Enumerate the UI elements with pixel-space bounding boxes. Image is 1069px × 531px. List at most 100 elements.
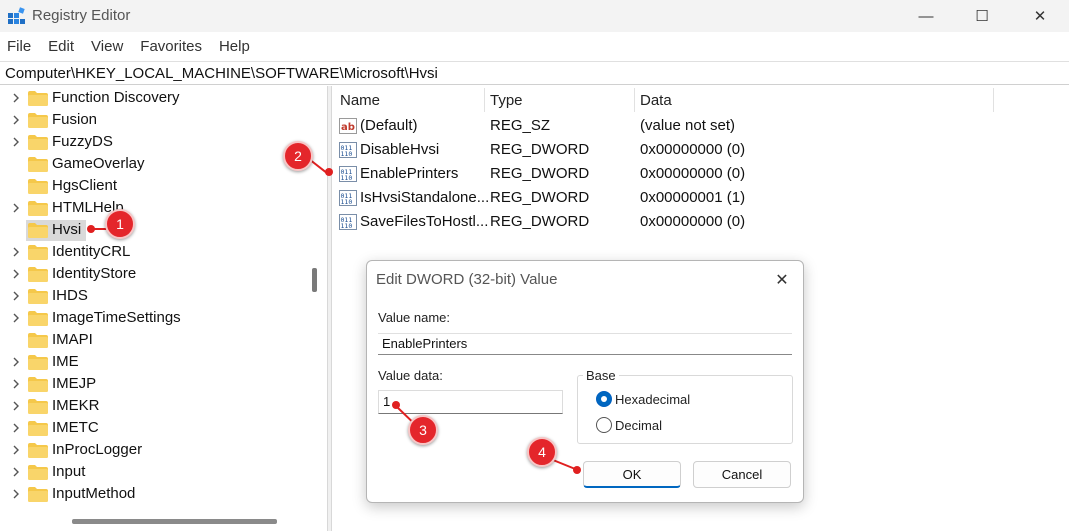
chevron-right-icon[interactable]	[11, 290, 21, 302]
cancel-button[interactable]: Cancel	[693, 461, 791, 488]
key-tree[interactable]: Function Discovery Fusion FuzzyDS GameOverl…	[0, 86, 327, 531]
tree-item-label: HgsClient	[52, 177, 118, 194]
window-title: Registry Editor	[32, 7, 131, 24]
value-row[interactable]: 011 110 SaveFilesToHostl... REG_DWORD 0x0000…	[332, 210, 1069, 234]
tree-item[interactable]: HgsClient	[0, 175, 305, 197]
tree-item-label: ImageTimeSettings	[52, 309, 181, 326]
folder-icon	[28, 333, 48, 348]
folder-icon	[28, 135, 48, 150]
value-row[interactable]: 011 110 IsHvsiStandalone... REG_DWORD 0x0000…	[332, 186, 1069, 210]
chevron-right-icon[interactable]	[11, 488, 21, 500]
chevron-right-icon[interactable]	[11, 92, 21, 104]
tree-item-label: IMEJP	[52, 375, 97, 392]
chevron-right-icon[interactable]	[11, 136, 21, 148]
minimize-button[interactable]: —	[898, 0, 954, 32]
chevron-right-icon[interactable]	[11, 378, 21, 390]
tree-item[interactable]: IMEKR	[0, 395, 305, 417]
value-data-input[interactable]: 1	[378, 390, 563, 414]
tree-item[interactable]: Function Discovery	[0, 87, 305, 109]
tree-item-label: IMETC	[52, 419, 99, 436]
value-name: DisableHvsi	[360, 141, 440, 158]
chevron-right-icon[interactable]	[11, 444, 21, 456]
dword-value-icon: 011110	[339, 142, 357, 158]
dialog-close-button[interactable]: ✕	[769, 267, 795, 293]
tree-horizontal-scroll-thumb[interactable]	[72, 519, 277, 524]
menu-help[interactable]: Help	[219, 38, 250, 55]
tree-item[interactable]: Hvsi	[0, 219, 305, 241]
tree-item[interactable]: IHDS	[0, 285, 305, 307]
hexadecimal-label[interactable]: Hexadecimal	[615, 392, 690, 407]
column-header-type[interactable]: Type	[490, 86, 523, 114]
tree-item[interactable]: ImageTimeSettings	[0, 307, 305, 329]
tree-item-label: Fusion	[52, 111, 98, 128]
tree-vertical-scroll-thumb[interactable]	[312, 268, 317, 292]
svg-text:110: 110	[341, 222, 353, 230]
tree-item[interactable]: IMEJP	[0, 373, 305, 395]
value-row[interactable]: 011 110 DisableHvsi REG_DWORD 0x00000000 (0)	[332, 138, 1069, 162]
menu-edit[interactable]: Edit	[48, 38, 74, 55]
decimal-label[interactable]: Decimal	[615, 418, 662, 433]
tree-item[interactable]: InProcLogger	[0, 439, 305, 461]
folder-icon	[28, 245, 48, 260]
folder-icon	[28, 91, 48, 106]
tree-item[interactable]: IdentityCRL	[0, 241, 305, 263]
folder-icon	[28, 157, 48, 172]
registry-editor-icon	[8, 7, 25, 24]
chevron-right-icon[interactable]	[11, 246, 21, 258]
chevron-right-icon[interactable]	[11, 356, 21, 368]
tree-item-label: IdentityCRL	[52, 243, 131, 260]
value-row[interactable]: ab (Default) REG_SZ (value not set)	[332, 114, 1069, 138]
value-type: REG_DWORD	[490, 213, 590, 230]
close-icon: ✕	[775, 272, 789, 289]
callout-2-dot	[325, 168, 333, 176]
folder-icon	[28, 113, 48, 128]
tree-item[interactable]: InputMethod	[0, 483, 305, 505]
menu-favorites[interactable]: Favorites	[140, 38, 202, 55]
column-header-name[interactable]: Name	[340, 86, 380, 114]
tree-item[interactable]: IME	[0, 351, 305, 373]
tree-item[interactable]: GameOverlay	[0, 153, 305, 175]
chevron-right-icon[interactable]	[11, 268, 21, 280]
svg-text:110: 110	[341, 198, 353, 206]
decimal-radio[interactable]	[596, 417, 612, 433]
tree-item[interactable]: IMETC	[0, 417, 305, 439]
chevron-right-icon[interactable]	[11, 312, 21, 324]
menu-file[interactable]: File	[7, 38, 31, 55]
folder-icon	[28, 267, 48, 282]
tree-item-label: IHDS	[52, 287, 88, 304]
tree-item[interactable]: FuzzyDS	[0, 131, 305, 153]
chevron-right-icon[interactable]	[11, 202, 21, 214]
value-type: REG_DWORD	[490, 189, 590, 206]
svg-text:110: 110	[341, 174, 353, 182]
chevron-right-icon[interactable]	[11, 466, 21, 478]
tree-item[interactable]: IdentityStore	[0, 263, 305, 285]
chevron-right-icon[interactable]	[11, 114, 21, 126]
tree-item-label: InProcLogger	[52, 441, 143, 458]
tree-item[interactable]: HTMLHelp	[0, 197, 305, 219]
chevron-right-icon[interactable]	[11, 422, 21, 434]
maximize-button[interactable]: ☐	[954, 0, 1010, 32]
value-row[interactable]: 011 110 EnablePrinters REG_DWORD 0x00000000 …	[332, 162, 1069, 186]
column-divider[interactable]	[634, 88, 635, 112]
tree-item-label: Hvsi	[52, 221, 82, 238]
tree-item[interactable]: Fusion	[0, 109, 305, 131]
column-divider[interactable]	[484, 88, 485, 112]
ok-button[interactable]: OK	[583, 461, 681, 488]
close-button[interactable]: ✕	[1012, 0, 1068, 32]
address-path[interactable]: Computer\HKEY_LOCAL_MACHINE\SOFTWARE\Mic…	[5, 65, 438, 82]
callout-3-badge: 3	[408, 415, 438, 445]
tree-item-label: IMEKR	[52, 397, 100, 414]
tree-item[interactable]: IMAPI	[0, 329, 305, 351]
column-header-data[interactable]: Data	[640, 86, 672, 114]
menu-view[interactable]: View	[91, 38, 123, 55]
value-data-label: Value data:	[378, 368, 443, 383]
callout-3-dot	[392, 401, 400, 409]
address-bar[interactable]: Computer\HKEY_LOCAL_MACHINE\SOFTWARE\Mic…	[0, 61, 1069, 85]
column-divider[interactable]	[993, 88, 994, 112]
value-data: 0x00000000 (0)	[640, 213, 746, 230]
hexadecimal-radio[interactable]	[596, 391, 612, 407]
tree-item-label: IME	[52, 353, 79, 370]
chevron-right-icon[interactable]	[11, 400, 21, 412]
tree-item[interactable]: Input	[0, 461, 305, 483]
tree-item-label: IMAPI	[52, 331, 93, 348]
